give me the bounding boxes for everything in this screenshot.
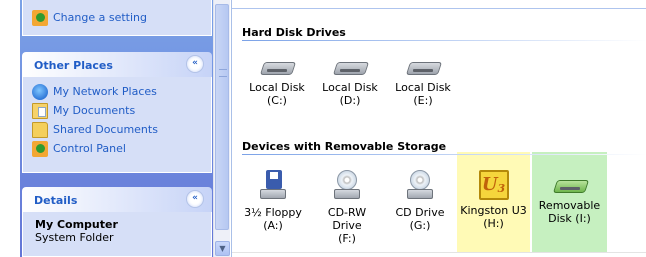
drive-label: Local Disk (D:) <box>322 81 378 107</box>
drive-label-line1: CD-RW Drive <box>327 206 367 232</box>
u3-drive-icon: U3 <box>478 170 509 200</box>
drive-e[interactable]: Local Disk (E:) <box>387 60 459 107</box>
hard-disk-group-title: Hard Disk Drives <box>242 26 346 39</box>
collapse-chevron-icon[interactable]: « <box>186 190 204 208</box>
drive-h[interactable]: U3 Kingston U3 (H:) <box>457 170 530 230</box>
drive-d[interactable]: Local Disk (D:) <box>314 60 386 107</box>
hard-disk-group-rule <box>242 40 646 41</box>
task-pane: Change a setting Other Places « My Netwo… <box>0 0 231 257</box>
control-panel-link[interactable]: Control Panel <box>23 140 211 159</box>
drive-f[interactable]: CD-RW Drive (F:) <box>314 170 380 245</box>
hard-disk-icon <box>334 60 366 77</box>
network-places-link[interactable]: My Network Places <box>23 83 211 102</box>
other-places-header[interactable]: Other Places « <box>22 52 212 77</box>
control-panel-label: Control Panel <box>53 142 126 155</box>
removable-group-title: Devices with Removable Storage <box>242 140 447 153</box>
collapse-chevron-icon[interactable]: « <box>186 55 204 73</box>
cd-drive-icon <box>332 170 362 202</box>
change-setting-label: Change a setting <box>53 11 147 24</box>
drive-label-line1: CD Drive (G:) <box>395 206 445 232</box>
scrollbar-grip <box>219 69 227 77</box>
task-pane-scrollbar[interactable]: ▼ <box>213 0 230 257</box>
shared-documents-link[interactable]: Shared Documents <box>23 121 211 140</box>
drive-label: Local Disk (E:) <box>395 81 451 107</box>
top-divider <box>232 8 646 9</box>
drive-label-line2: (F:) <box>338 232 356 245</box>
shared-documents-label: Shared Documents <box>53 123 158 136</box>
details-title: Details <box>34 194 78 207</box>
change-setting-icon <box>32 10 48 26</box>
network-places-icon <box>32 84 48 100</box>
drive-label-line1: Removable <box>538 199 601 212</box>
scrollbar-thumb[interactable] <box>215 4 229 230</box>
change-setting-link[interactable]: Change a setting <box>23 9 211 28</box>
shared-documents-icon <box>32 122 48 138</box>
drive-label: Local Disk (C:) <box>249 81 305 107</box>
other-places-title: Other Places <box>34 59 113 72</box>
details-item-name: My Computer <box>35 218 118 231</box>
my-documents-label: My Documents <box>53 104 136 117</box>
network-places-label: My Network Places <box>53 85 157 98</box>
my-documents-icon <box>32 103 48 119</box>
hard-disk-icon <box>261 60 293 77</box>
control-panel-icon <box>32 141 48 157</box>
drive-label-line1: Kingston U3 <box>460 204 527 217</box>
details-body: My Computer System Folder <box>22 212 212 257</box>
scroll-down-arrow-icon[interactable]: ▼ <box>215 241 230 256</box>
removable-disk-icon <box>554 178 586 195</box>
details-item-type: System Folder <box>35 231 114 244</box>
my-documents-link[interactable]: My Documents <box>23 102 211 121</box>
floppy-drive-icon <box>258 170 288 202</box>
content-pane: Hard Disk Drives Local Disk (C:) Local D… <box>231 0 646 257</box>
drive-c[interactable]: Local Disk (C:) <box>242 60 312 107</box>
drive-a[interactable]: 3½ Floppy (A:) <box>242 170 304 232</box>
details-header[interactable]: Details « <box>22 187 212 212</box>
hard-disk-icon <box>407 60 439 77</box>
drive-label-line2: (A:) <box>263 219 283 232</box>
bottom-edge <box>232 252 646 257</box>
other-places-list: My Network Places My Documents Shared Do… <box>22 77 212 173</box>
cd-drive-icon <box>405 170 435 202</box>
drive-label-line2: (H:) <box>483 217 504 230</box>
drive-i[interactable]: Removable Disk (I:) <box>532 172 607 225</box>
removable-group-rule <box>242 154 646 155</box>
drive-g[interactable]: CD Drive (G:) <box>384 170 456 232</box>
system-tasks-box: Change a setting <box>22 0 212 36</box>
drive-label-line2: Disk (I:) <box>548 212 591 225</box>
drive-label-line1: 3½ Floppy <box>244 206 302 219</box>
